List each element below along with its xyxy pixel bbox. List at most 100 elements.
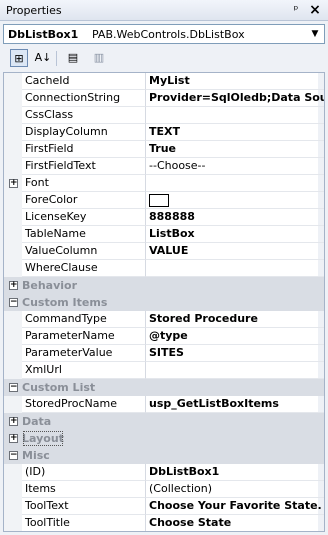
object-selector[interactable]: DbListBox1 PAB.WebControls.DbListBox ▼ [3,24,325,44]
property-name: ForeColor [22,192,146,209]
property-value[interactable]: @type [146,328,324,345]
property-value[interactable]: (Collection) [146,481,324,498]
property-row[interactable]: ForeColor [4,192,324,209]
row-margin [4,73,22,90]
property-row[interactable]: XmlUrl [4,362,324,379]
property-value[interactable] [146,362,324,379]
property-row[interactable]: LicenseKey 888888 [4,209,324,226]
expand-icon[interactable]: + [9,179,18,188]
property-row[interactable]: (ID) DbListBox1 [4,464,324,481]
alphabetical-button[interactable]: A↓ [34,49,52,67]
property-name: TableName [22,226,146,243]
property-name: Font [22,175,146,192]
category-row[interactable]: − Custom Items [4,294,324,311]
property-value[interactable]: usp_GetListBoxItems [146,396,324,413]
property-value[interactable]: SITES [146,345,324,362]
category-label: Custom List [22,381,96,394]
property-pages-button[interactable]: ▥ [90,49,108,67]
property-name: FirstFieldText [22,158,146,175]
properties-button[interactable]: ▤ [64,49,82,67]
property-name: StoredProcName [22,396,146,413]
property-name: WhereClause [22,260,146,277]
property-row[interactable]: CacheId MyList [4,73,324,90]
property-pages-icon: ▥ [93,51,105,64]
color-swatch [149,193,169,207]
row-margin [4,481,22,498]
property-value[interactable]: DbListBox1 [146,464,324,481]
property-row[interactable]: CssClass [4,107,324,124]
row-margin [4,260,22,277]
property-row[interactable]: + Font [4,175,324,192]
sort-alpha-icon: A↓ [34,51,52,64]
property-value[interactable] [146,260,324,277]
property-value[interactable]: Provider=SqlOledb;Data Sou [146,90,324,107]
property-row[interactable]: StoredProcName usp_GetListBoxItems [4,396,324,413]
property-row[interactable]: DisplayColumn TEXT [4,124,324,141]
property-row[interactable]: ToolTitle Choose State [4,515,324,531]
row-margin [4,243,22,260]
property-value[interactable] [146,175,324,192]
expand-icon[interactable]: + [9,281,18,290]
category-row[interactable]: + Layout [4,430,324,447]
property-value[interactable]: VALUE [146,243,324,260]
property-value[interactable]: True [146,141,324,158]
property-row[interactable]: FirstFieldText --Choose-- [4,158,324,175]
categorized-button[interactable]: ⊞ [10,49,28,67]
property-row[interactable]: TableName ListBox [4,226,324,243]
row-margin [4,226,22,243]
property-value[interactable]: Choose State [146,515,324,531]
category-row[interactable]: − Custom List [4,379,324,396]
property-name: FirstField [22,141,146,158]
property-name: Items [22,481,146,498]
property-value[interactable] [146,107,324,124]
property-name: ConnectionString [22,90,146,107]
chevron-down-icon[interactable]: ▼ [308,26,322,42]
property-value[interactable]: ListBox [146,226,324,243]
properties-toolbar: ⊞ A↓ ▤ ▥ [0,46,328,70]
property-value[interactable] [146,192,324,209]
property-value[interactable]: 888888 [146,209,324,226]
row-margin [4,396,22,413]
property-value[interactable]: MyList [146,73,324,90]
property-value[interactable]: Stored Procedure [146,311,324,328]
property-row[interactable]: CommandType Stored Procedure [4,311,324,328]
property-value[interactable]: --Choose-- [146,158,324,175]
category-label: Misc [22,449,50,462]
pin-icon[interactable]: ᵖ [290,3,302,17]
row-margin [4,192,22,209]
category-label: Data [22,415,52,428]
property-row[interactable]: Items (Collection) [4,481,324,498]
category-row[interactable]: + Data [4,413,324,430]
property-value[interactable]: Choose Your Favorite State. [146,498,324,515]
close-icon[interactable]: × [308,2,322,18]
property-row[interactable]: ParameterName @type [4,328,324,345]
row-margin [4,515,22,531]
toolbar-separator [56,51,57,66]
property-name: CommandType [22,311,146,328]
category-row[interactable]: + Behavior [4,277,324,294]
property-name: (ID) [22,464,146,481]
category-label: Behavior [22,279,78,292]
property-name: ParameterValue [22,345,146,362]
property-row[interactable]: WhereClause [4,260,324,277]
expand-icon[interactable]: + [9,434,18,443]
window-title: Properties [6,4,62,17]
property-value[interactable]: TEXT [146,124,324,141]
property-row[interactable]: ParameterValue SITES [4,345,324,362]
property-row[interactable]: ValueColumn VALUE [4,243,324,260]
property-row[interactable]: ConnectionString Provider=SqlOledb;Data S… [4,90,324,107]
properties-title-bar: Properties ᵖ × [0,0,328,21]
row-margin [4,107,22,124]
property-row[interactable]: ToolText Choose Your Favorite State. [4,498,324,515]
collapse-icon[interactable]: − [9,383,18,392]
category-row[interactable]: − Misc [4,447,324,464]
row-margin [4,209,22,226]
expand-icon[interactable]: + [9,417,18,426]
collapse-icon[interactable]: − [9,298,18,307]
property-name: CssClass [22,107,146,124]
row-margin [4,158,22,175]
property-row[interactable]: FirstField True [4,141,324,158]
property-name: ToolText [22,498,146,515]
row-margin [4,362,22,379]
collapse-icon[interactable]: − [9,451,18,460]
